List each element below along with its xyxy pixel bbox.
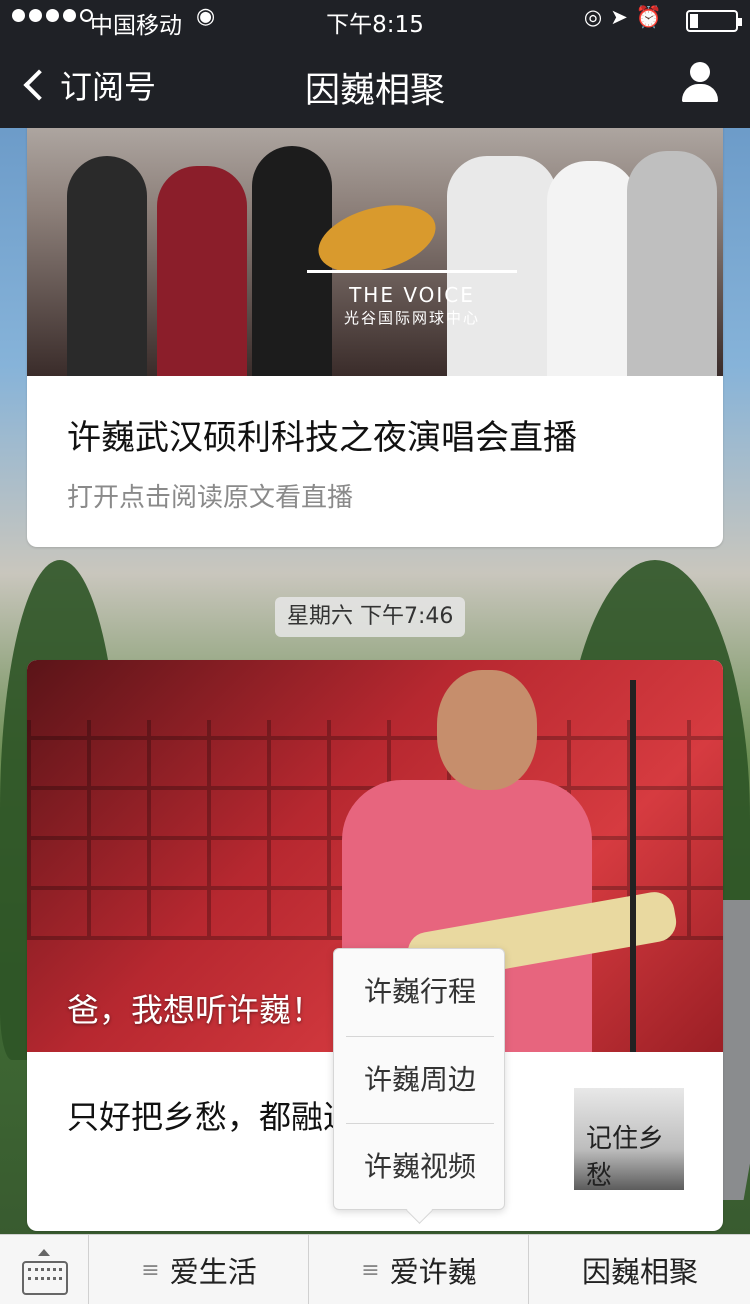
caret-up-icon xyxy=(38,1249,50,1256)
user-icon xyxy=(690,62,710,82)
menu-tab-life[interactable]: ≡ 爱生活 xyxy=(90,1235,309,1304)
menu-lines-icon: ≡ xyxy=(141,1257,160,1283)
top-bar: 中国移动 ◉ 下午8:15 ◎➤⏰ 订阅号 因巍相聚 xyxy=(0,0,750,128)
status-bar: 中国移动 ◉ 下午8:15 ◎➤⏰ xyxy=(0,0,750,40)
cover-caption: 爸，我想听许巍！ xyxy=(67,991,324,1029)
submenu-item-merch[interactable]: 许巍周边 xyxy=(346,1036,494,1122)
voice-logo: THE VOICE 光谷国际网球中心 xyxy=(307,270,517,328)
submenu-popup: 许巍行程 许巍周边 许巍视频 xyxy=(333,948,505,1210)
article-title: 许巍武汉硕利科技之夜演唱会直播 xyxy=(67,418,577,458)
keyboard-toggle-button[interactable] xyxy=(0,1235,89,1304)
message-timestamp: 星期六 下午7:46 xyxy=(275,597,466,637)
bottom-menu-bar: ≡ 爱生活 ≡ 爱许巍 因巍相聚 xyxy=(0,1234,750,1304)
menu-lines-icon: ≡ xyxy=(361,1257,380,1283)
battery-icon xyxy=(686,10,742,32)
page-title: 因巍相聚 xyxy=(304,71,445,111)
status-icons: ◎➤⏰ xyxy=(583,5,670,29)
article-thumbnail: 记住乡愁 xyxy=(574,1088,684,1191)
submenu-item-schedule[interactable]: 许巍行程 xyxy=(346,949,494,1035)
keyboard-icon xyxy=(22,1261,68,1295)
article-card[interactable]: THE VOICE 光谷国际网球中心 许巍武汉硕利科技之夜演唱会直播 打开点击阅… xyxy=(27,100,723,547)
profile-button[interactable] xyxy=(680,62,720,102)
article-subtitle: 打开点击阅读原文看直播 xyxy=(67,483,354,513)
article-cover-image: THE VOICE 光谷国际网球中心 xyxy=(27,100,723,376)
menu-tab-xuwei[interactable]: ≡ 爱许巍 xyxy=(310,1235,529,1304)
submenu-item-videos[interactable]: 许巍视频 xyxy=(346,1123,494,1209)
menu-tab-gather[interactable]: 因巍相聚 xyxy=(530,1235,750,1304)
mic-stand xyxy=(630,680,636,1052)
